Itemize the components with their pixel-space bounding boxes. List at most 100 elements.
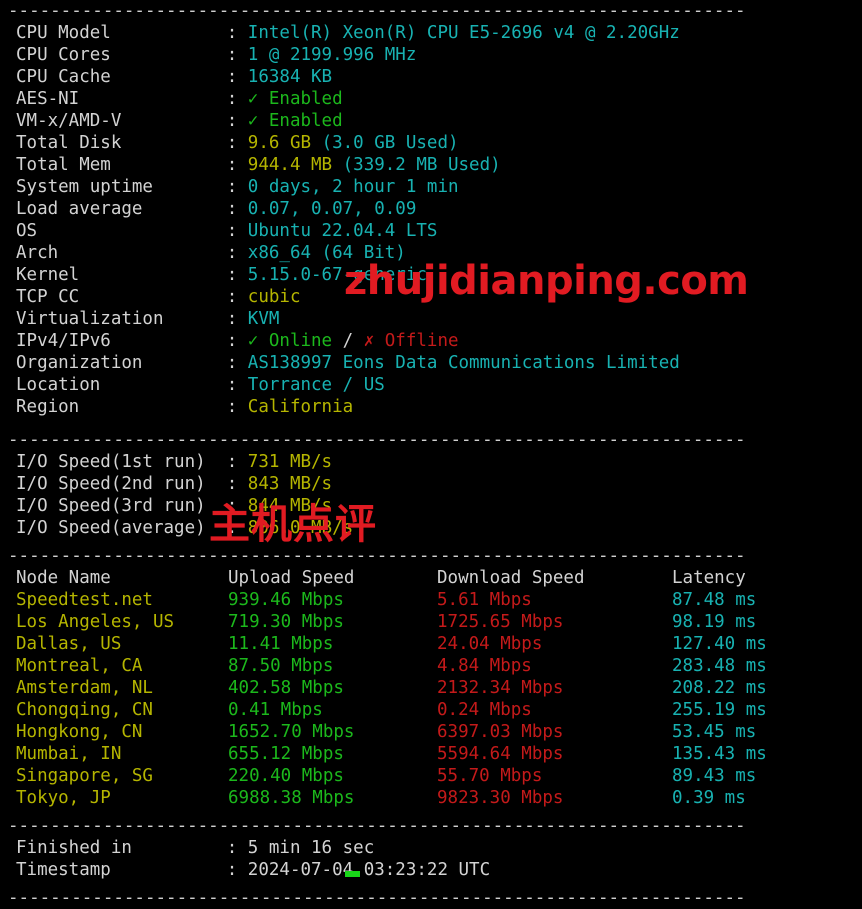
system-info-label: Total Disk (16, 133, 227, 153)
speedtest-upload-speed: 11.41 Mbps (228, 634, 334, 654)
speedtest-upload-speed: 402.58 Mbps (228, 678, 344, 698)
system-info-row: OS : Ubuntu 22.04.4 LTS (0, 220, 862, 242)
footer-label: Finished in (16, 838, 227, 858)
speedtest-latency: 87.48 ms (672, 590, 757, 610)
system-info-row: System uptime : 0 days, 2 hour 1 min (0, 176, 862, 198)
system-info-label: CPU Cores (16, 45, 227, 65)
column-header-latency: Latency (672, 568, 746, 588)
speedtest-node-name: Hongkong, CN (16, 722, 143, 742)
system-info-value: KVM (247, 309, 280, 329)
system-info-value: Torrance / US (247, 375, 385, 395)
speedtest-download-speed: 6397.03 Mbps (437, 722, 564, 742)
io-speed-colon: : (226, 452, 248, 472)
io-speed-value: 844 MB/s (247, 496, 333, 516)
system-info-value: 9.6 GB (247, 133, 322, 153)
io-speed-value: 806.0 MB/s (247, 518, 354, 538)
speedtest-upload-speed: 0.41 Mbps (228, 700, 323, 720)
system-info-label: Region (16, 397, 227, 417)
system-info-row: Total Disk : 9.6 GB (3.0 GB Used) (0, 132, 862, 154)
speedtest-download-speed: 2132.34 Mbps (437, 678, 564, 698)
speedtest-row: Mumbai, IN 655.12 Mbps 5594.64 Mbps 135.43 … (0, 743, 862, 765)
system-info-value: 5.15.0-67-generic (247, 265, 427, 285)
footer-label: Timestamp (16, 860, 227, 880)
system-info-value-detail: (3.0 GB Used) (321, 133, 459, 153)
system-info-colon: : (226, 375, 248, 395)
system-info-value: ✓ Enabled (247, 89, 343, 109)
speedtest-latency: 98.19 ms (672, 612, 757, 632)
io-speed-colon: : (226, 518, 248, 538)
speedtest-node-name: Mumbai, IN (16, 744, 122, 764)
system-info-row: Virtualization : KVM (0, 308, 862, 330)
separator-speedtest: ----------------------------------------… (8, 546, 746, 566)
system-info-label: OS (16, 221, 227, 241)
system-info-colon: : (226, 45, 248, 65)
footer-row: Timestamp : 2024-07-04 03:23:22 UTC (0, 859, 862, 881)
column-header-upload-speed: Upload Speed (228, 568, 355, 588)
io-speed-value: 843 MB/s (247, 474, 333, 494)
system-info-colon: : (226, 331, 248, 351)
system-info-colon: : (226, 397, 248, 417)
terminal-cursor (345, 871, 360, 877)
system-info-label: AES-NI (16, 89, 227, 109)
speedtest-download-speed: 4.84 Mbps (437, 656, 532, 676)
speedtest-latency: 208.22 ms (672, 678, 767, 698)
system-info-row: Load average : 0.07, 0.07, 0.09 (0, 198, 862, 220)
system-info-colon: : (226, 133, 248, 153)
terminal-window[interactable]: ----------------------------------------… (0, 0, 862, 908)
system-info-value: ✓ Enabled (247, 111, 343, 131)
io-speed-row: I/O Speed(2nd run) : 843 MB/s (0, 473, 862, 495)
speedtest-upload-speed: 220.40 Mbps (228, 766, 344, 786)
speedtest-node-name: Chongqing, CN (16, 700, 153, 720)
system-info-label: CPU Cache (16, 67, 227, 87)
system-info-value: Ubuntu 22.04.4 LTS (247, 221, 438, 241)
system-info-row: Arch : x86_64 (64 Bit) (0, 242, 862, 264)
system-info-colon: : (226, 155, 248, 175)
system-info-label: IPv4/IPv6 (16, 331, 227, 351)
system-info-label: Arch (16, 243, 227, 263)
system-info-colon: : (226, 353, 248, 373)
speedtest-upload-speed: 939.46 Mbps (228, 590, 344, 610)
system-info-label: CPU Model (16, 23, 227, 43)
io-speed-label: I/O Speed(1st run) (16, 452, 227, 472)
speedtest-download-speed: 1725.65 Mbps (437, 612, 564, 632)
system-info-value: 16384 KB (247, 67, 333, 87)
system-info-label: TCP CC (16, 287, 227, 307)
speedtest-node-name: Los Angeles, US (16, 612, 175, 632)
speedtest-row: Amsterdam, NL 402.58 Mbps 2132.34 Mbps 208.… (0, 677, 862, 699)
system-info-value: AS138997 Eons Data Communications Limite… (247, 353, 680, 373)
system-info-row: CPU Cache : 16384 KB (0, 66, 862, 88)
column-header-node-name: Node Name (16, 568, 111, 588)
system-info-value: Intel(R) Xeon(R) CPU E5-2696 v4 @ 2.20GH… (247, 23, 680, 43)
separator-bottom: ----------------------------------------… (8, 888, 746, 908)
speedtest-row: Chongqing, CN 0.41 Mbps 0.24 Mbps 255.19 ms (0, 699, 862, 721)
system-info-label: Kernel (16, 265, 227, 285)
system-info-label: Organization (16, 353, 227, 373)
system-info-colon: : (226, 221, 248, 241)
ipv-separator: / (332, 331, 364, 351)
system-info-row: CPU Model : Intel(R) Xeon(R) CPU E5-2696… (0, 22, 862, 44)
speedtest-section: Node Name Upload Speed Download Speed Laten… (0, 567, 862, 809)
speedtest-latency: 0.39 ms (672, 788, 746, 808)
io-speed-label: I/O Speed(3rd run) (16, 496, 227, 516)
speedtest-download-speed: 0.24 Mbps (437, 700, 532, 720)
system-info-colon: : (226, 199, 248, 219)
io-speed-label: I/O Speed(2nd run) (16, 474, 227, 494)
speedtest-node-name: Dallas, US (16, 634, 122, 654)
system-info-section: CPU Model : Intel(R) Xeon(R) CPU E5-2696… (0, 22, 862, 418)
speedtest-latency: 127.40 ms (672, 634, 767, 654)
system-info-colon: : (226, 287, 248, 307)
system-info-value: cubic (247, 287, 301, 307)
system-info-colon: : (226, 309, 248, 329)
system-info-row: Total Mem : 944.4 MB (339.2 MB Used) (0, 154, 862, 176)
system-info-colon: : (226, 177, 248, 197)
speedtest-upload-speed: 655.12 Mbps (228, 744, 344, 764)
footer-colon: : (226, 860, 248, 880)
speedtest-upload-speed: 719.30 Mbps (228, 612, 344, 632)
speedtest-row: Singapore, SG 220.40 Mbps 55.70 Mbps 89.43 … (0, 765, 862, 787)
speedtest-download-speed: 5.61 Mbps (437, 590, 532, 610)
system-info-value: 0 days, 2 hour 1 min (247, 177, 459, 197)
system-info-colon: : (226, 111, 248, 131)
system-info-row: Location : Torrance / US (0, 374, 862, 396)
system-info-value: x86_64 (64 Bit) (247, 243, 406, 263)
